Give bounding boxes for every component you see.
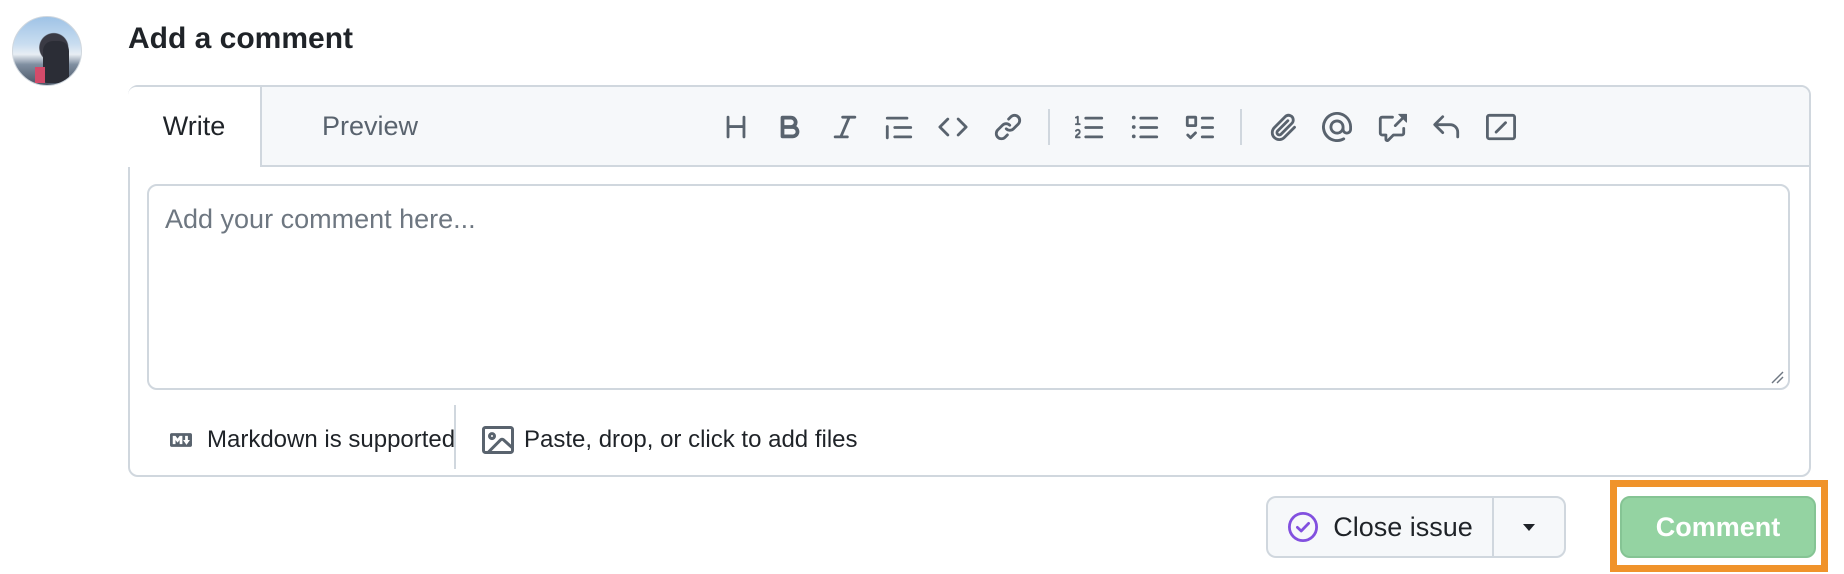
bulleted-list-icon[interactable] — [1124, 106, 1166, 148]
avatar-flag — [35, 67, 45, 83]
tab-preview[interactable]: Preview — [290, 87, 450, 165]
markdown-support-link[interactable]: Markdown is supported — [165, 417, 455, 463]
editor-tabbar: Write Preview — [128, 87, 1809, 167]
mention-icon[interactable] — [1316, 106, 1358, 148]
slash-commands-icon[interactable] — [1480, 106, 1522, 148]
attach-icon[interactable] — [1262, 106, 1304, 148]
italic-icon[interactable] — [824, 106, 866, 148]
quote-icon[interactable] — [878, 106, 920, 148]
toolbar-divider — [1048, 109, 1050, 145]
code-icon[interactable] — [932, 106, 974, 148]
link-icon[interactable] — [987, 106, 1029, 148]
attach-files-label: Paste, drop, or click to add files — [524, 426, 858, 453]
comment-editor: Write Preview Add your comment here... M… — [128, 85, 1811, 477]
caret-down-icon — [1523, 524, 1535, 531]
avatar-figure — [43, 41, 69, 83]
user-avatar[interactable] — [12, 16, 82, 86]
numbered-list-icon[interactable] — [1069, 106, 1111, 148]
saved-replies-icon[interactable] — [1425, 106, 1467, 148]
markdown-icon — [170, 433, 192, 447]
tab-write[interactable]: Write — [128, 87, 262, 167]
close-issue-label: Close issue — [1333, 511, 1473, 542]
footer-divider — [454, 405, 456, 469]
check-circle-icon — [1288, 511, 1319, 543]
bold-icon[interactable] — [769, 106, 811, 148]
comment-textarea[interactable] — [147, 184, 1790, 390]
close-issue-button[interactable]: Close issue — [1268, 498, 1494, 556]
close-issue-button-group: Close issue — [1266, 496, 1566, 558]
close-issue-options-button[interactable] — [1494, 498, 1564, 556]
markdown-label: Markdown is supported — [207, 426, 456, 453]
cross-reference-icon[interactable] — [1371, 106, 1413, 148]
image-icon — [482, 426, 514, 454]
toolbar-divider — [1240, 109, 1242, 145]
resize-handle-icon[interactable] — [1770, 370, 1784, 384]
attach-files-button[interactable]: Paste, drop, or click to add files — [482, 417, 858, 463]
task-list-icon[interactable] — [1178, 106, 1220, 148]
heading-icon[interactable] — [715, 106, 757, 148]
comment-heading: Add a comment — [128, 22, 354, 55]
comment-submit-button[interactable]: Comment — [1620, 496, 1816, 558]
